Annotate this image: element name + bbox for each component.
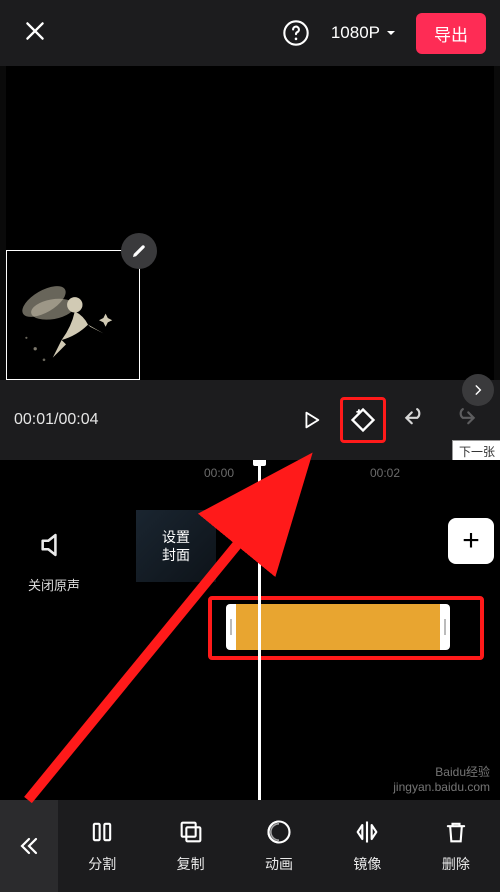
tool-mirror[interactable]: 镜像 bbox=[323, 800, 411, 892]
tool-animate[interactable]: 动画 bbox=[235, 800, 323, 892]
redo-button[interactable] bbox=[444, 399, 486, 441]
add-keyframe-button[interactable] bbox=[340, 397, 386, 443]
mute-audio-button[interactable]: 关闭原声 bbox=[28, 528, 80, 594]
tool-animate-label: 动画 bbox=[265, 854, 293, 874]
add-clip-button[interactable]: + bbox=[448, 518, 494, 564]
tool-copy-label: 复制 bbox=[177, 854, 205, 874]
tool-copy[interactable]: 复制 bbox=[146, 800, 234, 892]
close-button[interactable] bbox=[22, 18, 48, 49]
time-ruler: 00:00 00:02 bbox=[0, 466, 500, 486]
edit-selection-button[interactable] bbox=[121, 233, 157, 269]
tool-mirror-label: 镜像 bbox=[353, 854, 381, 874]
plus-icon: + bbox=[462, 524, 480, 558]
selection-frame[interactable] bbox=[6, 250, 140, 380]
close-icon bbox=[22, 18, 48, 44]
tool-split-label: 分割 bbox=[88, 854, 116, 874]
tool-delete-label: 删除 bbox=[442, 854, 470, 874]
tool-split[interactable]: 分割 bbox=[58, 800, 146, 892]
timeline-area[interactable]: 00:00 00:02 关闭原声 设置封面 + bbox=[0, 460, 500, 800]
cover-thumbnail[interactable]: 设置封面 bbox=[136, 510, 216, 582]
export-button[interactable]: 导出 bbox=[416, 13, 486, 54]
mirror-icon bbox=[353, 818, 381, 846]
keyframe-diamond-icon bbox=[349, 406, 377, 434]
bottom-toolbar: 分割 复制 动画 镜像 删除 bbox=[0, 800, 500, 892]
undo-button[interactable] bbox=[394, 399, 436, 441]
animate-icon bbox=[265, 818, 293, 846]
play-button[interactable] bbox=[290, 399, 332, 441]
caret-down-icon bbox=[386, 28, 396, 38]
split-icon bbox=[88, 818, 116, 846]
tool-delete[interactable]: 删除 bbox=[412, 800, 500, 892]
transport-bar: 下一张 00:01/00:04 bbox=[0, 380, 500, 460]
help-icon bbox=[282, 19, 310, 47]
fairy-sticker-icon bbox=[11, 263, 121, 373]
resolution-value: 1080P bbox=[331, 23, 380, 43]
resolution-selector[interactable]: 1080P bbox=[321, 17, 406, 49]
playhead[interactable] bbox=[258, 460, 261, 800]
top-bar: 1080P 导出 bbox=[0, 0, 500, 66]
undo-icon bbox=[402, 407, 428, 433]
copy-icon bbox=[177, 818, 205, 846]
toolbar-collapse-button[interactable] bbox=[0, 800, 58, 892]
play-icon bbox=[300, 408, 322, 432]
chevrons-left-icon bbox=[17, 834, 41, 858]
cover-label: 设置封面 bbox=[162, 528, 190, 564]
preview-area[interactable] bbox=[6, 66, 494, 380]
mute-label: 关闭原声 bbox=[28, 575, 80, 594]
trash-icon bbox=[442, 818, 470, 846]
pencil-icon bbox=[130, 242, 148, 260]
chevron-right-icon bbox=[471, 383, 485, 397]
redo-icon bbox=[452, 407, 478, 433]
export-label: 导出 bbox=[434, 26, 468, 45]
speaker-icon bbox=[37, 528, 71, 562]
help-button[interactable] bbox=[281, 18, 311, 48]
timecode: 00:01/00:04 bbox=[14, 411, 99, 429]
